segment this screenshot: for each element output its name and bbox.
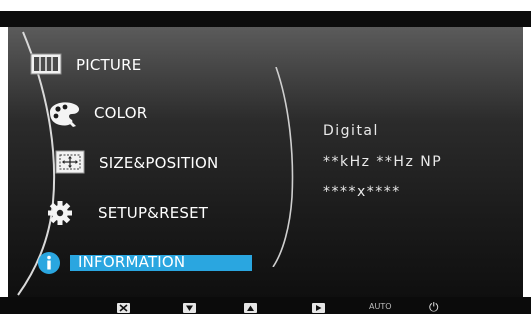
menu-item-label: COLOR (94, 104, 148, 122)
gear-icon (46, 200, 74, 230)
close-icon[interactable] (117, 303, 130, 313)
signal-type: Digital (323, 123, 379, 139)
menu-item-color[interactable]: COLOR (46, 102, 246, 127)
menu-item-information[interactable]: INFORMATION (36, 251, 256, 274)
down-arrow-icon[interactable] (183, 303, 196, 313)
frequency-info: **kHz **Hz NP (323, 154, 443, 170)
menu-item-label: SIZE&POSITION (99, 154, 219, 172)
key-guide-bar (0, 297, 531, 314)
picture-icon (30, 53, 62, 79)
menu-item-label: INFORMATION (78, 253, 186, 271)
menu-item-picture[interactable]: PICTURE (30, 53, 230, 79)
power-icon[interactable]: ⏻ (429, 300, 439, 314)
menu-item-setup-reset[interactable]: SETUP&RESET (46, 201, 266, 225)
size-position-icon (55, 150, 85, 178)
palette-icon (46, 100, 86, 132)
menu-item-label: SETUP&RESET (98, 204, 209, 222)
info-icon (36, 250, 62, 280)
resolution-info: ****x**** (323, 184, 401, 200)
enter-icon[interactable] (312, 303, 325, 313)
up-arrow-icon[interactable] (244, 303, 257, 313)
auto-button[interactable]: AUTO (369, 302, 392, 311)
menu-item-label: PICTURE (76, 56, 142, 74)
top-bar (0, 11, 531, 27)
menu-item-size-position[interactable]: SIZE&POSITION (55, 150, 275, 174)
